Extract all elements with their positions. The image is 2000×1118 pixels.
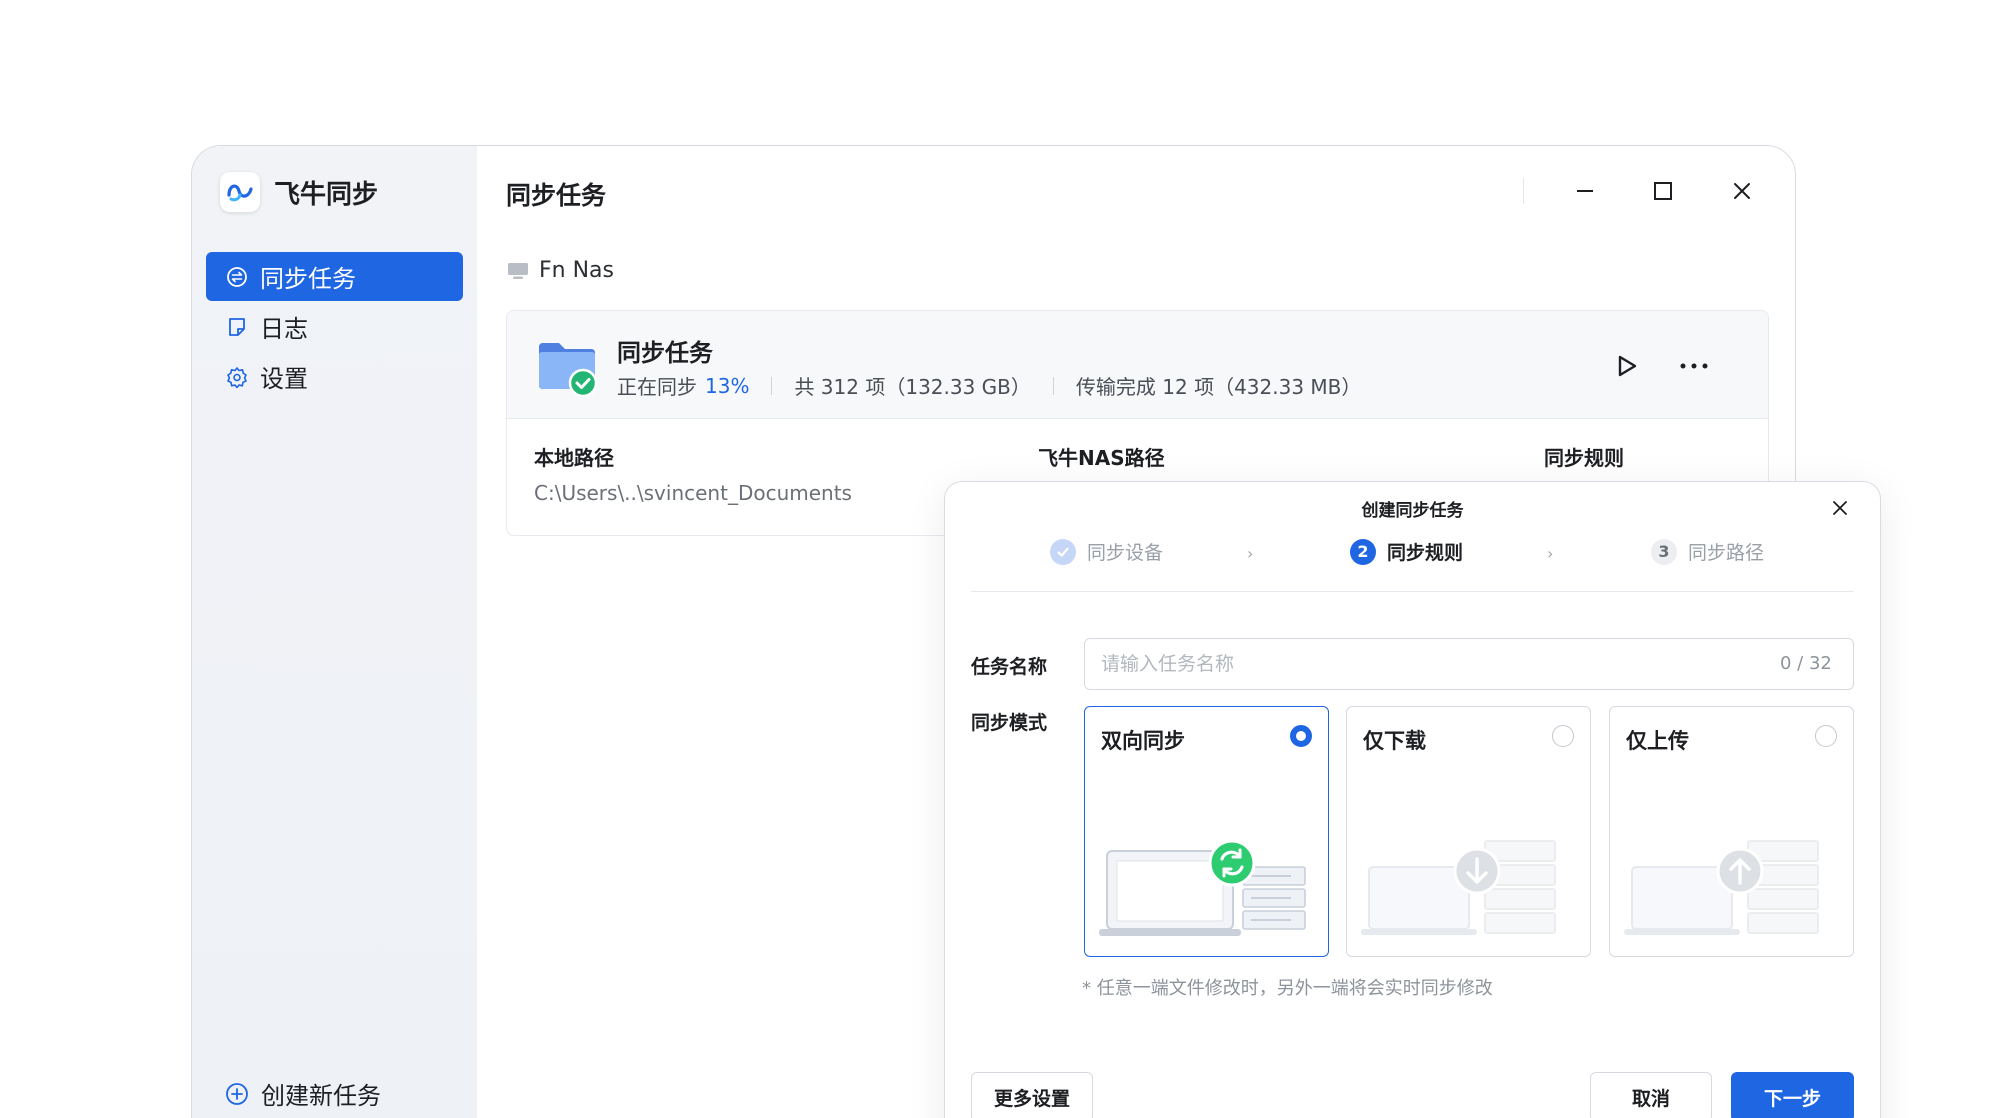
mode-card-upload-only[interactable]: 仅上传	[1609, 706, 1854, 957]
task-transferred: 传输完成 12 项（432.33 MB）	[1075, 375, 1362, 399]
device-name: Fn Nas	[539, 258, 614, 283]
task-total: 共 312 项（132.33 GB）	[794, 375, 1031, 399]
step-number: 2	[1350, 538, 1376, 565]
more-options-button[interactable]	[1679, 351, 1709, 381]
task-name-input[interactable]	[1084, 638, 1854, 690]
sync-task-icon	[227, 266, 247, 287]
task-header: 同步任务 正在同步 13% 共 312 项（132.33 GB） 传输完成 12…	[507, 311, 1768, 419]
folder-synced-icon	[537, 339, 601, 401]
sidebar-item-label: 日志	[260, 315, 308, 343]
title-divider	[1523, 178, 1524, 204]
mode-radio[interactable]	[1552, 725, 1574, 747]
name-char-counter: 0 / 32	[1780, 653, 1832, 674]
plus-circle-icon	[226, 1082, 248, 1105]
sidebar-item-settings[interactable]: 设置	[206, 352, 463, 401]
maximize-button[interactable]	[1648, 176, 1678, 206]
more-icon	[1680, 363, 1708, 369]
meta-separator	[771, 376, 773, 395]
mode-card-two-way[interactable]: 双向同步	[1084, 706, 1329, 957]
mode-title: 仅下载	[1363, 729, 1426, 753]
next-button[interactable]: 下一步	[1731, 1072, 1854, 1118]
step-label: 同步规则	[1387, 542, 1464, 564]
mode-card-download-only[interactable]: 仅下载	[1346, 706, 1591, 957]
upload-illustration	[1624, 840, 1819, 935]
sync-rule-label: 同步规则	[1544, 446, 1624, 470]
dialog-title: 创建同步任务	[1361, 501, 1464, 521]
check-circle-icon	[1050, 538, 1076, 565]
mode-radio[interactable]	[1815, 725, 1837, 747]
maximize-icon	[1654, 182, 1672, 200]
brand: 飞牛同步	[220, 172, 378, 212]
sync-mode-hint: * 任意一端文件修改时，另外一端将会实时同步修改	[1082, 978, 1493, 999]
task-meta: 正在同步 13% 共 312 项（132.33 GB） 传输完成 12 项（43…	[617, 371, 1361, 400]
monitor-icon	[508, 262, 528, 279]
minimize-button[interactable]	[1570, 176, 1600, 206]
app-logo-icon	[220, 172, 260, 212]
local-path-value: C:\Users\..\svincent_Documents	[534, 481, 852, 505]
app-name: 飞牛同步	[274, 179, 379, 210]
close-icon	[1734, 183, 1750, 199]
create-task-dialog: 创建同步任务 同步设备 › 2 同步规则 › 3 同步路径 任务名称 0 / 3…	[944, 481, 1881, 1118]
mode-radio[interactable]	[1290, 725, 1312, 747]
sidebar-item-sync-tasks[interactable]: 同步任务	[206, 252, 463, 301]
device-label: Fn Nas	[507, 258, 614, 283]
task-progress: 13%	[705, 373, 750, 398]
meta-separator	[1052, 376, 1054, 395]
stepper: 同步设备 › 2 同步规则 › 3 同步路径	[971, 538, 1854, 592]
cancel-button[interactable]: 取消	[1590, 1072, 1712, 1118]
create-new-task-button[interactable]: 创建新任务	[225, 1076, 381, 1111]
task-name: 同步任务	[617, 339, 713, 367]
close-icon	[1833, 501, 1847, 515]
step-label: 同步设备	[1087, 542, 1164, 564]
task-status: 正在同步	[617, 375, 697, 399]
dialog-close-button[interactable]	[1828, 496, 1852, 520]
play-icon	[1618, 355, 1637, 377]
task-name-label: 任务名称	[971, 656, 1048, 678]
sidebar-item-label: 设置	[260, 365, 308, 393]
create-new-task-label: 创建新任务	[261, 1082, 381, 1110]
minimize-icon	[1577, 190, 1593, 192]
step-sync-path: 3 同步路径	[1651, 538, 1764, 565]
mode-title: 双向同步	[1101, 729, 1185, 753]
sync-mode-label: 同步模式	[971, 712, 1048, 734]
sidebar-item-log[interactable]: 日志	[206, 302, 463, 351]
two-way-sync-illustration	[1099, 839, 1306, 936]
log-icon	[229, 317, 245, 336]
chevron-right-icon: ›	[1247, 544, 1254, 563]
more-settings-button[interactable]: 更多设置	[971, 1072, 1093, 1118]
chevron-right-icon: ›	[1547, 544, 1554, 563]
nas-path-label: 飞牛NAS路径	[1038, 446, 1165, 470]
mode-title: 仅上传	[1626, 729, 1689, 753]
sidebar-item-label: 同步任务	[260, 265, 356, 293]
step-number: 3	[1651, 538, 1677, 565]
sidebar: 飞牛同步 同步任务 日志 设置 创建新任务	[192, 146, 477, 1118]
local-path-label: 本地路径	[534, 446, 614, 470]
start-task-button[interactable]	[1612, 351, 1642, 381]
gear-icon	[227, 366, 247, 388]
close-window-button[interactable]	[1727, 176, 1757, 206]
step-sync-device: 同步设备	[1050, 538, 1163, 565]
download-illustration	[1361, 840, 1556, 935]
sidebar-nav: 同步任务 日志 设置	[206, 252, 463, 402]
step-sync-rule: 2 同步规则	[1350, 538, 1463, 565]
page-title: 同步任务	[506, 181, 607, 210]
step-label: 同步路径	[1688, 542, 1765, 564]
